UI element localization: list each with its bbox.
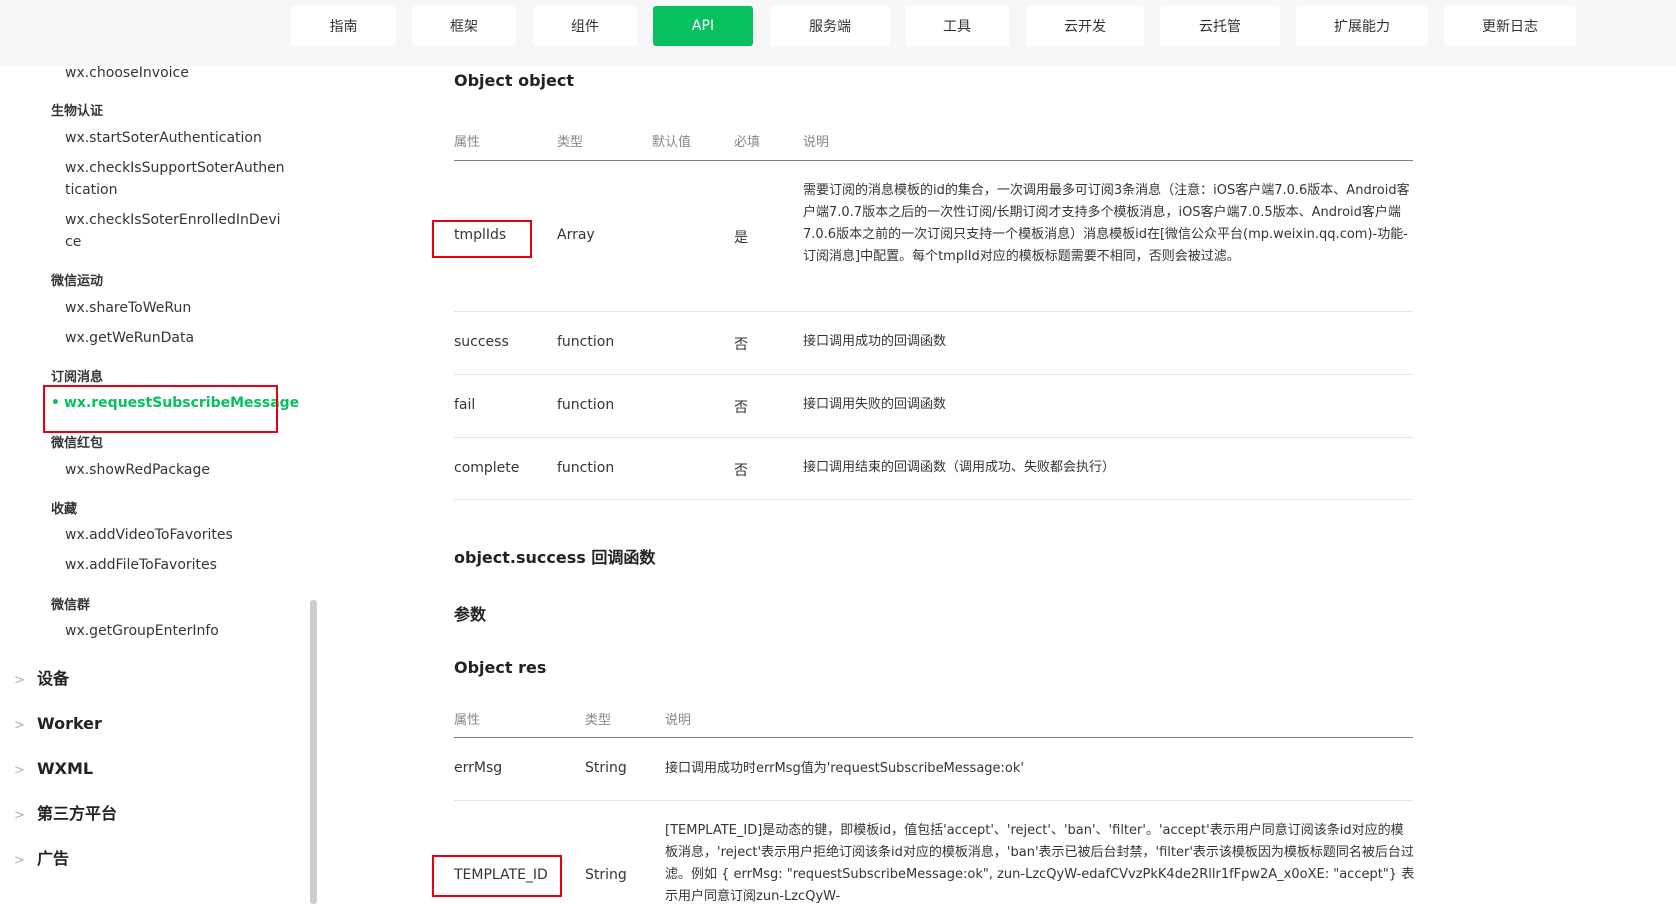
object-heading: Object object (454, 71, 575, 90)
sidebar-item-start-soter[interactable]: wx.startSoterAuthentication (65, 127, 262, 149)
tab-components[interactable]: 组件 (533, 6, 637, 46)
sidebar-item-check-soter-enrolled[interactable]: wx.checkIsSoterEnrolledInDevice (65, 209, 285, 253)
params-row-name: fail (454, 397, 476, 413)
params-row-description: 需要订阅的消息模板的id的集合，一次调用最多可订阅3条消息（注意：iOS客户端7… (803, 183, 1410, 264)
sidebar-item-get-werun[interactable]: wx.getWeRunData (65, 327, 194, 349)
tab-api[interactable]: API (653, 6, 753, 46)
sidebar-item-add-file-favorites[interactable]: wx.addFileToFavorites (65, 554, 217, 576)
row-divider (454, 311, 1413, 312)
chevron-right-icon: > (14, 763, 25, 778)
params-row-type: Array (557, 227, 595, 243)
tab-framework[interactable]: 框架 (412, 6, 516, 46)
sidebar-item-label: wx.requestSubscribeMessage (64, 395, 300, 411)
params-row-name: tmplIds (454, 227, 507, 243)
row-divider (454, 374, 1413, 375)
params-row-required: 否 (734, 337, 748, 353)
res-header-divider (454, 737, 1413, 738)
tab-server[interactable]: 服务端 (770, 6, 890, 46)
sidebar-section-wxml[interactable]: > WXML (14, 757, 93, 783)
sidebar-section-device[interactable]: > 设备 (14, 667, 69, 693)
sidebar-group-subscribe: 订阅消息 (51, 370, 104, 385)
res-row-description: 接口调用成功时errMsg值为'requestSubscribeMessage:… (665, 761, 1024, 776)
params-row-required: 否 (734, 400, 748, 416)
res-heading: Object res (454, 658, 547, 677)
active-bullet-icon: • (51, 395, 60, 411)
sidebar-item-request-subscribe-message[interactable]: • wx.requestSubscribeMessage (51, 392, 299, 414)
res-row-type: String (585, 760, 627, 776)
tab-guide[interactable]: 指南 (291, 6, 396, 46)
params-row-description: 接口调用失败的回调函数 (803, 397, 947, 412)
res-row-name: TEMPLATE_ID (454, 867, 548, 883)
sidebar-group-wxgroup: 微信群 (51, 598, 91, 613)
res-header-type: 类型 (585, 713, 612, 728)
sidebar-group-favorites: 收藏 (51, 502, 78, 517)
chevron-right-icon: > (14, 718, 25, 733)
sidebar-section-third-party[interactable]: > 第三方平台 (14, 802, 117, 828)
params-header-default: 默认值 (652, 135, 692, 150)
sidebar-section-ads[interactable]: > 广告 (14, 847, 69, 873)
sidebar-section-label: 设备 (37, 669, 70, 688)
sidebar-section-label: 第三方平台 (37, 804, 118, 823)
res-header-property: 属性 (454, 713, 481, 728)
top-navigation: 指南 框架 组件 API 服务端 工具 云开发 云托管 扩展能力 更新日志 (0, 0, 1676, 66)
params-heading: 参数 (454, 605, 487, 624)
sidebar-item-check-support-soter[interactable]: wx.checkIsSupportSoterAuthentication (65, 157, 285, 201)
tab-cloud-dev[interactable]: 云开发 (1026, 6, 1144, 46)
chevron-right-icon: > (14, 673, 25, 688)
row-divider (454, 800, 1413, 801)
success-callback-heading: object.success 回调函数 (454, 548, 656, 567)
sidebar-group-redpackage: 微信红包 (51, 436, 104, 451)
res-row-name: errMsg (454, 760, 503, 776)
params-row-name: success (454, 334, 509, 350)
sidebar-scrollbar[interactable] (310, 600, 317, 904)
sidebar-item-show-redpackage[interactable]: wx.showRedPackage (65, 459, 210, 481)
row-divider (454, 499, 1413, 500)
sidebar-item-choose-invoice[interactable]: wx.chooseInvoice (65, 62, 189, 84)
sidebar-item-share-werun[interactable]: wx.shareToWeRun (65, 297, 191, 319)
row-divider (454, 437, 1413, 438)
params-row-required: 是 (734, 230, 748, 246)
params-header-type: 类型 (557, 135, 584, 150)
params-row-required: 否 (734, 463, 748, 479)
params-row-type: function (557, 460, 615, 476)
sidebar-section-label: 广告 (37, 849, 70, 868)
params-header-divider (454, 160, 1413, 161)
tab-tools[interactable]: 工具 (905, 6, 1009, 46)
sidebar-item-get-group-enter-info[interactable]: wx.getGroupEnterInfo (65, 620, 219, 642)
tab-cloud-hosting[interactable]: 云托管 (1160, 6, 1280, 46)
params-row-type: function (557, 334, 615, 350)
res-row-type: String (585, 867, 627, 883)
chevron-right-icon: > (14, 853, 25, 868)
res-row-description: [TEMPLATE_ID]是动态的键，即模板id，值包括'accept'、're… (665, 823, 1415, 904)
sidebar-section-label: WXML (37, 759, 94, 778)
params-row-description: 接口调用结束的回调函数（调用成功、失败都会执行） (803, 460, 1116, 475)
params-row-description: 接口调用成功的回调函数 (803, 334, 947, 349)
tab-changelog[interactable]: 更新日志 (1444, 6, 1576, 46)
res-header-description: 说明 (665, 713, 692, 728)
params-row-name: complete (454, 460, 520, 476)
params-header-required: 必填 (734, 135, 761, 150)
params-header-description: 说明 (803, 135, 830, 150)
sidebar-item-add-video-favorites[interactable]: wx.addVideoToFavorites (65, 524, 233, 546)
chevron-right-icon: > (14, 808, 25, 823)
sidebar-group-biometric: 生物认证 (51, 104, 104, 119)
tab-extensions[interactable]: 扩展能力 (1296, 6, 1428, 46)
sidebar-section-label: Worker (37, 714, 102, 733)
sidebar-section-worker[interactable]: > Worker (14, 712, 102, 738)
params-header-property: 属性 (454, 135, 481, 150)
params-row-type: function (557, 397, 615, 413)
sidebar-group-werun: 微信运动 (51, 274, 104, 289)
